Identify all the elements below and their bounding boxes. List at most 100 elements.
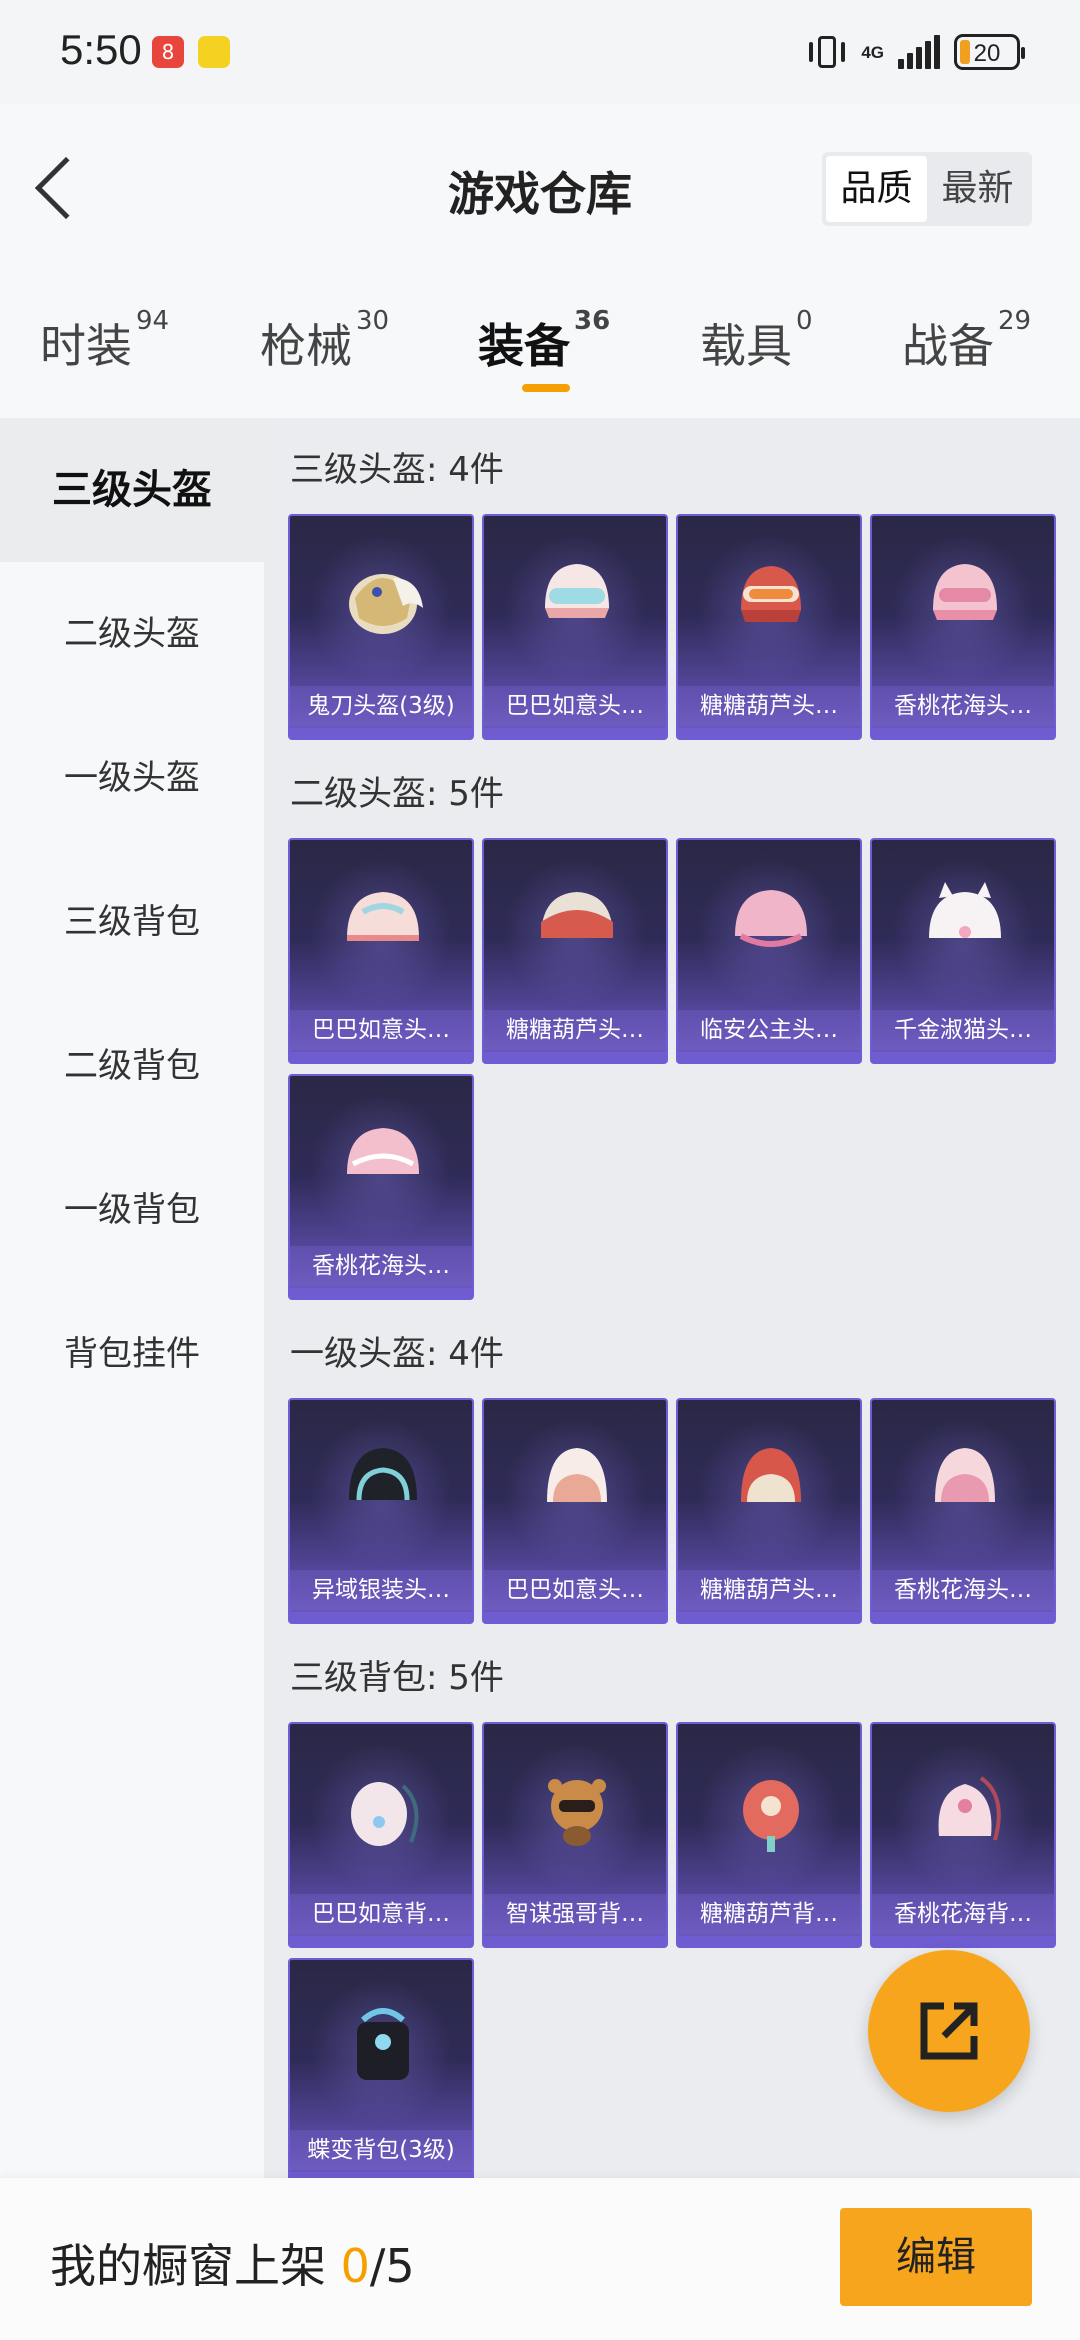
battery-level: 20 — [973, 40, 1001, 67]
showcase-count-total: /5 — [369, 2239, 415, 2293]
item-card[interactable]: 蝶变背包(3级) — [288, 1958, 474, 2178]
tab-label: 装备 — [478, 319, 570, 373]
status-icons: 4G 20 — [807, 30, 1025, 74]
tab-count: 30 — [356, 306, 390, 336]
item-card[interactable]: 香桃花海头… — [288, 1074, 474, 1300]
tab-fashion[interactable]: 时装 94 — [40, 306, 169, 376]
tab-label: 枪械 — [260, 319, 352, 373]
item-card[interactable]: 糖糖葫芦背… — [676, 1722, 862, 1948]
helmet-pink-icon — [735, 890, 807, 947]
item-name: 糖糖葫芦头… — [678, 686, 860, 726]
notification-app-icon-2 — [198, 36, 230, 68]
item-name: 蝶变背包(3级) — [290, 2130, 472, 2170]
battery-icon: 20 — [954, 34, 1025, 70]
tab-count: 94 — [136, 306, 170, 336]
vibrate-icon — [807, 34, 847, 70]
active-tab-indicator — [522, 384, 570, 392]
item-name: 香桃花海头… — [872, 1570, 1054, 1610]
network-type: 4G — [861, 42, 884, 62]
item-name: 糖糖葫芦背… — [678, 1894, 860, 1934]
tab-vehicles[interactable]: 载具 0 — [700, 306, 813, 376]
item-card[interactable]: 巴巴如意头… — [482, 514, 668, 740]
tab-label: 载具 — [700, 319, 792, 373]
item-card[interactable]: 香桃花海背… — [870, 1722, 1056, 1948]
item-card[interactable]: 临安公主头… — [676, 838, 862, 1064]
helmet-pink-goggles-icon — [545, 564, 609, 618]
bottom-bar: 我的橱窗上架 0/5 编辑 — [0, 2178, 1080, 2340]
sidebar-item-lv2-helmet[interactable]: 二级头盔 — [0, 562, 264, 706]
notification-app-icon: 8 — [152, 36, 184, 68]
item-card[interactable]: 异域银装头… — [288, 1398, 474, 1624]
showcase-label: 我的橱窗上架 — [50, 2239, 326, 2293]
share-export-icon — [920, 2002, 978, 2060]
item-card[interactable]: 鬼刀头盔(3级) — [288, 514, 474, 740]
item-grid: 三级头盔: 4件 鬼刀头盔(3级) 巴巴如意头… 糖糖葫芦头… 香桃花海头… 二… — [264, 418, 1080, 2178]
item-name: 香桃花海背… — [872, 1894, 1054, 1934]
item-card[interactable]: 糖糖葫芦头… — [676, 514, 862, 740]
item-name: 异域银装头… — [290, 1570, 472, 1610]
section-title: 一级头盔: 4件 — [290, 1334, 504, 1374]
item-name: 巴巴如意背… — [290, 1894, 472, 1934]
showcase-count-current: 0 — [340, 2239, 370, 2293]
sidebar-item-lv3-backpack[interactable]: 三级背包 — [0, 850, 264, 994]
helmet-black-icon — [349, 1448, 417, 1501]
helmet-red-goggles-icon — [741, 566, 801, 622]
sidebar: 三级头盔 二级头盔 一级头盔 三级背包 二级背包 一级背包 背包挂件 — [0, 418, 264, 2178]
category-tabs: 时装 94 枪械 30 装备 36 载具 0 战备 29 — [0, 290, 1080, 412]
share-fab-button[interactable] — [868, 1950, 1030, 2112]
sidebar-item-lv1-helmet[interactable]: 一级头盔 — [0, 706, 264, 850]
item-name: 糖糖葫芦头… — [678, 1570, 860, 1610]
backpack-bear-icon — [548, 1779, 606, 1846]
item-card[interactable]: 智谋强哥背… — [482, 1722, 668, 1948]
backpack-white-icon — [351, 1782, 419, 1846]
sort-toggle: 品质 最新 — [822, 152, 1032, 226]
helmet-white-cat-icon — [929, 882, 1001, 938]
helmet-pink-icon — [935, 1448, 995, 1502]
helmet-red-icon — [541, 892, 613, 938]
sidebar-item-lv2-backpack[interactable]: 二级背包 — [0, 994, 264, 1138]
tab-label: 时装 — [40, 319, 132, 373]
tab-count: 29 — [998, 306, 1032, 336]
tab-count: 0 — [796, 306, 813, 336]
item-name: 香桃花海头… — [872, 686, 1054, 726]
tab-supplies[interactable]: 战备 29 — [902, 306, 1031, 376]
item-name: 巴巴如意头… — [484, 1570, 666, 1610]
tab-label: 战备 — [902, 319, 994, 373]
tab-weapons[interactable]: 枪械 30 — [260, 306, 389, 376]
tab-equipment[interactable]: 装备 36 — [478, 306, 610, 376]
item-card[interactable]: 千金淑猫头… — [870, 838, 1056, 1064]
item-card[interactable]: 巴巴如意头… — [288, 838, 474, 1064]
sort-newest-button[interactable]: 最新 — [927, 156, 1028, 222]
section-title: 三级背包: 5件 — [290, 1658, 504, 1698]
item-card[interactable]: 香桃花海头… — [870, 1398, 1056, 1624]
showcase-status: 我的橱窗上架 0/5 — [50, 2230, 415, 2296]
backpack-red-icon — [743, 1780, 799, 1852]
sidebar-item-backpack-charm[interactable]: 背包挂件 — [0, 1282, 264, 1426]
sort-quality-button[interactable]: 品质 — [826, 156, 927, 222]
helmet-red-icon — [741, 1448, 801, 1502]
item-name: 临安公主头… — [678, 1010, 860, 1050]
item-card[interactable]: 香桃花海头… — [870, 514, 1056, 740]
item-card[interactable]: 巴巴如意头… — [482, 1398, 668, 1624]
edit-button[interactable]: 编辑 — [840, 2208, 1032, 2306]
item-name: 巴巴如意头… — [484, 686, 666, 726]
item-name: 千金淑猫头… — [872, 1010, 1054, 1050]
item-name: 鬼刀头盔(3级) — [290, 686, 472, 726]
item-card[interactable]: 巴巴如意背… — [288, 1722, 474, 1948]
item-name: 智谋强哥背… — [484, 1894, 666, 1934]
helmet-gold-icon — [349, 574, 423, 634]
status-time: 5:50 — [60, 26, 142, 73]
item-name: 巴巴如意头… — [290, 1010, 472, 1050]
header: 游戏仓库 品质 最新 — [0, 104, 1080, 274]
helmet-pink-icon — [347, 1128, 419, 1174]
backpack-pink-icon — [938, 1776, 1001, 1841]
helmet-pink-icon — [547, 1448, 607, 1502]
section-title: 二级头盔: 5件 — [290, 774, 504, 814]
sidebar-item-lv1-backpack[interactable]: 一级背包 — [0, 1138, 264, 1282]
item-card[interactable]: 糖糖葫芦头… — [676, 1398, 862, 1624]
sidebar-item-lv3-helmet[interactable]: 三级头盔 — [0, 418, 264, 562]
item-name: 糖糖葫芦头… — [484, 1010, 666, 1050]
helmet-pink-icon — [347, 892, 419, 941]
item-card[interactable]: 糖糖葫芦头… — [482, 838, 668, 1064]
helmet-pink-icon — [933, 564, 997, 620]
